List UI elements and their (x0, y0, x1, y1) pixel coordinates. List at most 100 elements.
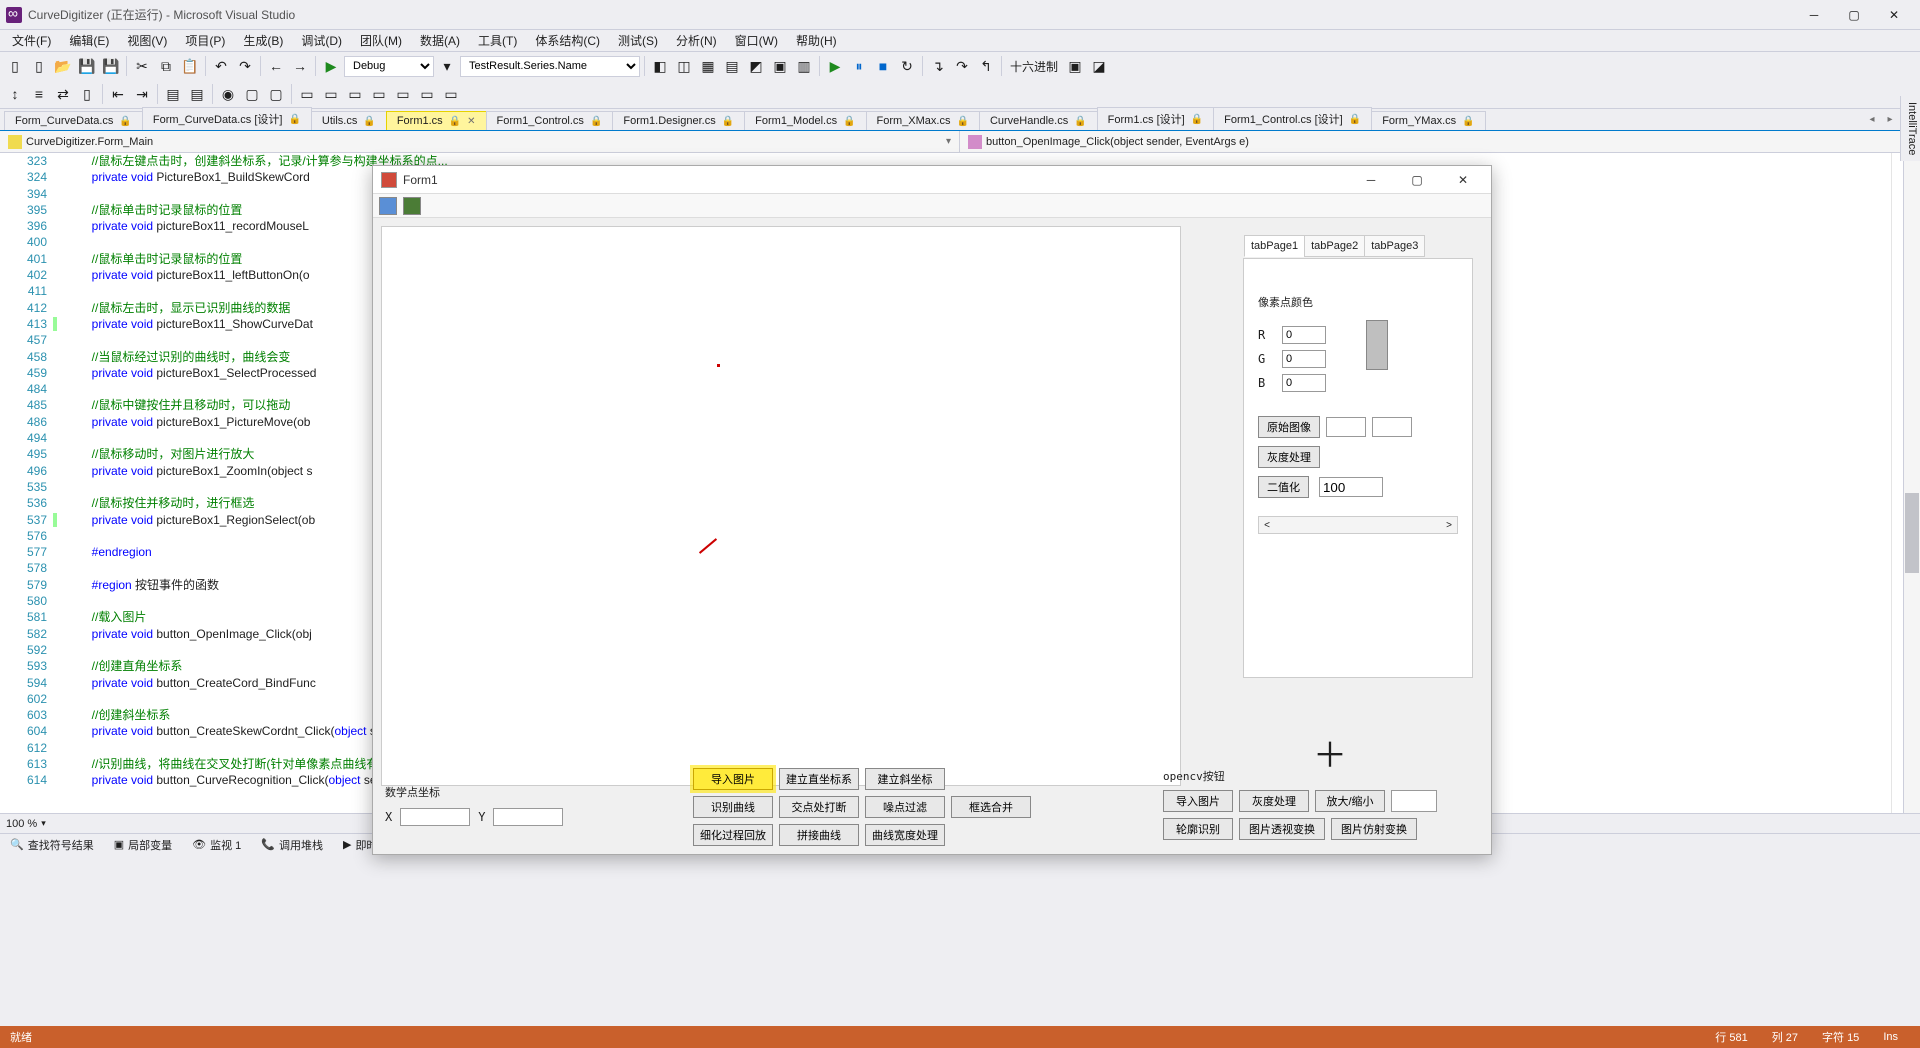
menu-item[interactable]: 生成(B) (235, 30, 291, 51)
tb-icon[interactable]: ▢ (241, 83, 263, 105)
menu-item[interactable]: 数据(A) (412, 30, 468, 51)
b-input[interactable] (1282, 374, 1326, 392)
gray-button[interactable]: 灰度处理 (1258, 446, 1320, 468)
orig-input2[interactable] (1372, 417, 1412, 437)
x-input[interactable] (400, 808, 470, 826)
menu-item[interactable]: 团队(M) (352, 30, 410, 51)
doc-tab[interactable]: CurveHandle.cs🔒 (979, 111, 1098, 130)
tb-icon[interactable]: ▣ (769, 55, 791, 77)
scroll-left-icon[interactable]: ◂ (1864, 111, 1880, 127)
doc-tab[interactable]: Form1.cs [设计]🔒 (1097, 107, 1214, 130)
cv-zoom-input[interactable] (1391, 790, 1437, 812)
tab-page3[interactable]: tabPage3 (1364, 235, 1425, 257)
nav-fwd-icon[interactable]: → (289, 55, 311, 77)
tb-icon[interactable]: ⇄ (52, 83, 74, 105)
menu-item[interactable]: 体系结构(C) (527, 30, 608, 51)
debug-pause-icon[interactable]: ⏸ (848, 55, 870, 77)
nav-type-combo[interactable]: CurveDigitizer.Form_Main ▾ (0, 131, 960, 152)
tb-icon[interactable]: ▤ (721, 55, 743, 77)
y-input[interactable] (493, 808, 563, 826)
cv-affine-button[interactable]: 图片仿射变换 (1331, 818, 1417, 840)
tb-icon[interactable]: ▭ (440, 83, 462, 105)
tool-icon[interactable] (379, 197, 397, 215)
menu-item[interactable]: 分析(N) (668, 30, 725, 51)
tb-icon[interactable]: ≡ (28, 83, 50, 105)
doc-tab[interactable]: Form1.cs🔒✕ (386, 111, 487, 130)
maximize-button[interactable]: ▢ (1834, 2, 1874, 28)
zoom-dropdown-icon[interactable]: ▾ (41, 818, 46, 829)
doc-tab[interactable]: Form1_Model.cs🔒 (744, 111, 866, 130)
scroll-right-icon[interactable]: > (1441, 520, 1457, 531)
tb-icon[interactable]: ◪ (1088, 55, 1110, 77)
build-cartesian-button[interactable]: 建立直坐标系 (779, 768, 859, 790)
scope-combo[interactable]: TestResult.Series.Name (460, 56, 640, 77)
doc-tab[interactable]: Form1_Control.cs [设计]🔒 (1213, 107, 1372, 130)
paste-icon[interactable]: 📋 (179, 55, 201, 77)
debug-stop-icon[interactable]: ■ (872, 55, 894, 77)
tb-icon[interactable]: ▣ (1064, 55, 1086, 77)
tb-icon[interactable]: ▭ (344, 83, 366, 105)
add-item-icon[interactable]: ▯ (28, 55, 50, 77)
config-combo[interactable]: Debug (344, 56, 434, 77)
tool-tab[interactable]: 🔍查找符号结果 (4, 835, 100, 855)
tool-tab[interactable]: ▣局部变量 (108, 835, 178, 855)
start-icon[interactable]: ▶ (320, 55, 342, 77)
original-image-button[interactable]: 原始图像 (1258, 416, 1320, 438)
doc-tab[interactable]: Form_YMax.cs🔒 (1371, 111, 1485, 130)
doc-tab[interactable]: Utils.cs🔒 (311, 111, 387, 130)
save-icon[interactable]: 💾 (76, 55, 98, 77)
zoom-value[interactable]: 100 % (6, 818, 37, 830)
form1-titlebar[interactable]: Form1 ─ ▢ ✕ (373, 166, 1491, 194)
redo-icon[interactable]: ↷ (234, 55, 256, 77)
undo-icon[interactable]: ↶ (210, 55, 232, 77)
uncomment-icon[interactable]: ▤ (186, 83, 208, 105)
nav-back-icon[interactable]: ← (265, 55, 287, 77)
tab-page1[interactable]: tabPage1 (1244, 235, 1305, 257)
form1-close-button[interactable]: ✕ (1443, 168, 1483, 192)
cv-gray-button[interactable]: 灰度处理 (1239, 790, 1309, 812)
cv-zoom-button[interactable]: 放大/缩小 (1315, 790, 1385, 812)
g-input[interactable] (1282, 350, 1326, 368)
step-over-icon[interactable]: ↷ (951, 55, 973, 77)
cv-import-button[interactable]: 导入图片 (1163, 790, 1233, 812)
step-out-icon[interactable]: ↰ (975, 55, 997, 77)
tb-icon[interactable]: ▯ (76, 83, 98, 105)
vertical-scrollbar[interactable] (1903, 153, 1920, 813)
close-icon[interactable]: ✕ (467, 116, 475, 127)
doc-tab[interactable]: Form_CurveData.cs [设计]🔒 (142, 107, 312, 130)
platform-icon[interactable]: ▾ (436, 55, 458, 77)
binarize-input[interactable] (1319, 477, 1383, 497)
stitch-curve-button[interactable]: 拼接曲线 (779, 824, 859, 846)
tb-icon[interactable]: ◧ (649, 55, 671, 77)
scrollbar-thumb[interactable] (1905, 493, 1919, 573)
tb-icon[interactable]: ◩ (745, 55, 767, 77)
tb-icon[interactable]: ▭ (320, 83, 342, 105)
break-intersection-button[interactable]: 交点处打断 (779, 796, 859, 818)
tb-icon[interactable]: ▢ (265, 83, 287, 105)
nav-member-combo[interactable]: button_OpenImage_Click(object sender, Ev… (960, 131, 1920, 152)
debug-restart-icon[interactable]: ↻ (896, 55, 918, 77)
bookmark-icon[interactable]: ◉ (217, 83, 239, 105)
form1-max-button[interactable]: ▢ (1397, 168, 1437, 192)
form1-min-button[interactable]: ─ (1351, 168, 1391, 192)
curve-width-button[interactable]: 曲线宽度处理 (865, 824, 945, 846)
close-button[interactable]: ✕ (1874, 2, 1914, 28)
picture-box[interactable] (381, 226, 1181, 786)
save-all-icon[interactable]: 💾 (100, 55, 122, 77)
r-input[interactable] (1282, 326, 1326, 344)
tb-icon[interactable]: ▭ (392, 83, 414, 105)
minimize-button[interactable]: ─ (1794, 2, 1834, 28)
new-project-icon[interactable]: ▯ (4, 55, 26, 77)
tb-icon[interactable]: ▦ (697, 55, 719, 77)
build-oblique-button[interactable]: 建立斜坐标 (865, 768, 945, 790)
step-into-icon[interactable]: ↴ (927, 55, 949, 77)
copy-icon[interactable]: ⧉ (155, 55, 177, 77)
binarize-button[interactable]: 二值化 (1258, 476, 1309, 498)
tb-icon[interactable]: ▭ (368, 83, 390, 105)
cv-contour-button[interactable]: 轮廓识别 (1163, 818, 1233, 840)
import-image-button[interactable]: 导入图片 (693, 768, 773, 790)
scroll-right-icon[interactable]: ▸ (1882, 111, 1898, 127)
tb-icon[interactable]: ▭ (416, 83, 438, 105)
thinning-replay-button[interactable]: 细化过程回放 (693, 824, 773, 846)
cut-icon[interactable]: ✂ (131, 55, 153, 77)
